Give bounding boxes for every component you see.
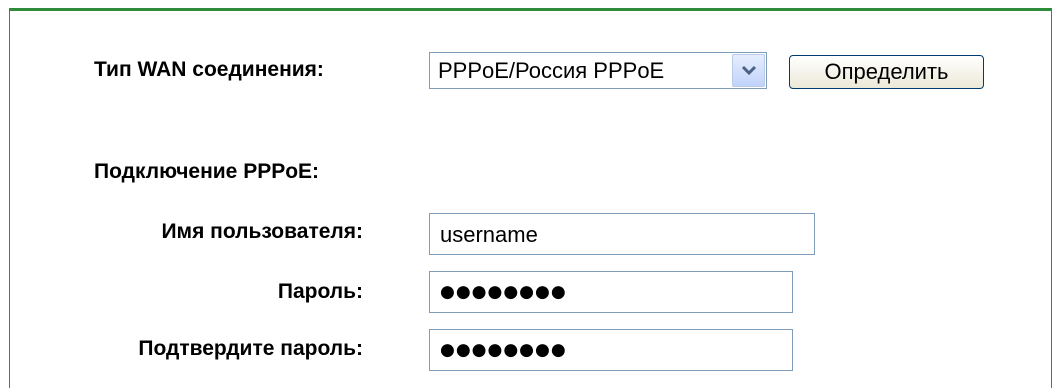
confirm-password-mask: ●●●●●●●● <box>440 340 567 360</box>
password-label: Пароль: <box>277 280 363 303</box>
confirm-password-label: Подтвердите пароль: <box>138 337 363 360</box>
chevron-down-icon <box>741 65 757 76</box>
wan-type-label: Тип WAN соединения: <box>94 58 324 81</box>
pppoe-section-label: Подключение PPPoE: <box>94 160 320 183</box>
detect-button[interactable]: Определить <box>789 55 984 89</box>
wan-type-selected-value: PPPoE/Россия PPPoE <box>438 58 665 83</box>
dropdown-arrow-button[interactable] <box>732 54 765 87</box>
password-input[interactable]: ●●●●●●●● <box>429 271 793 313</box>
username-label: Имя пользователя: <box>161 220 363 243</box>
username-input[interactable]: username <box>429 213 815 255</box>
wan-type-select[interactable]: PPPoE/Россия PPPoE <box>429 52 767 89</box>
confirm-password-input[interactable]: ●●●●●●●● <box>429 329 793 371</box>
username-value: username <box>440 222 538 247</box>
password-mask: ●●●●●●●● <box>440 282 567 302</box>
